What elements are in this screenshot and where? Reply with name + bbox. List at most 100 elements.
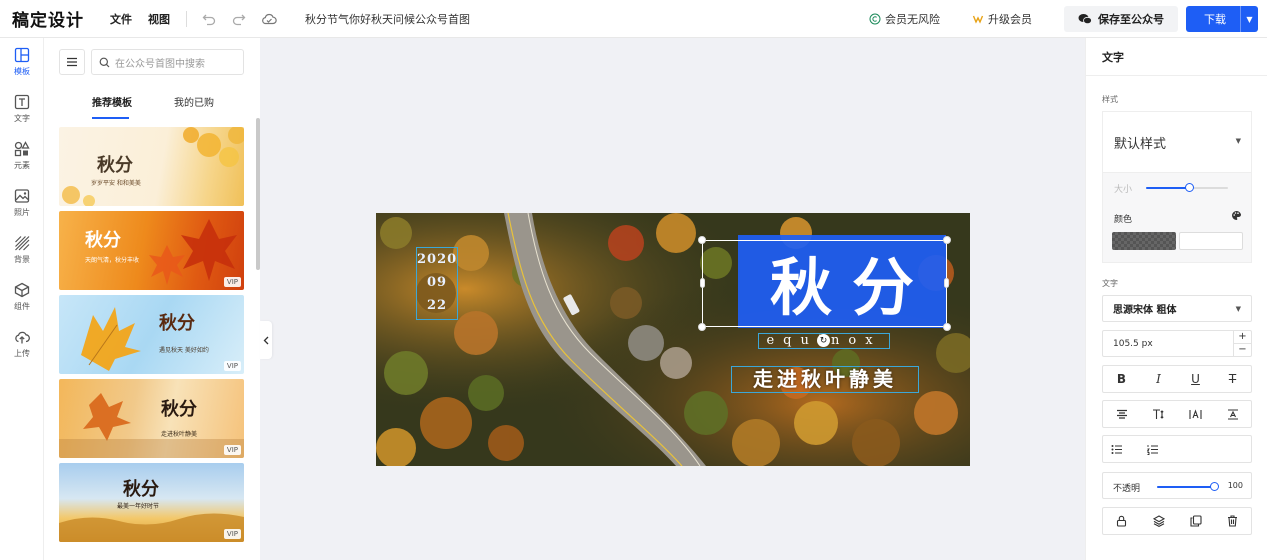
color-swatch-transparent[interactable] — [1112, 232, 1176, 250]
thumbnail-subtitle: 天朗气清，秋分丰收 — [85, 257, 140, 264]
resize-handle[interactable] — [698, 323, 706, 331]
download-button[interactable]: 下载 ▼ — [1186, 6, 1258, 32]
template-search-input[interactable]: 在公众号首图中搜索 — [91, 49, 244, 75]
category-menu-button[interactable] — [59, 49, 85, 75]
rail-label: 上传 — [14, 348, 30, 358]
menu-lines-icon — [67, 57, 77, 67]
template-thumbnail[interactable]: 秋分 最美一年好时节 VIP — [59, 463, 244, 542]
document-title[interactable]: 秋分节气你好秋天问候公众号首图 — [305, 11, 470, 27]
numbered-list-icon[interactable] — [1144, 440, 1162, 458]
selection-frame[interactable] — [702, 240, 947, 327]
redo-icon[interactable] — [231, 11, 247, 27]
size-slider[interactable] — [1146, 183, 1228, 192]
align-center-icon[interactable] — [1113, 405, 1131, 423]
date-text-box[interactable]: 2020 09 22 — [416, 247, 458, 320]
cloud-sync-icon[interactable] — [261, 11, 277, 27]
toolbar-divider — [186, 10, 187, 27]
style-section-label: 样式 — [1102, 95, 1118, 104]
color-label: 颜色 — [1114, 215, 1133, 225]
save-to-wechat-label: 保存至公众号 — [1098, 13, 1164, 26]
layers-icon[interactable] — [1150, 512, 1168, 530]
color-swatch-white[interactable] — [1179, 232, 1243, 250]
tab-recommended[interactable]: 推荐模板 — [92, 94, 132, 109]
vertical-align-icon[interactable] — [1224, 405, 1242, 423]
menu-view[interactable]: 视图 — [148, 11, 170, 27]
object-actions-toolbar — [1102, 507, 1252, 535]
resize-handle[interactable] — [700, 278, 705, 288]
rail-item-upload[interactable]: 上传 — [0, 320, 44, 367]
undo-icon[interactable] — [201, 11, 217, 27]
leaf-decoration — [81, 307, 141, 371]
style-select[interactable]: 默认样式 ▼ — [1103, 112, 1251, 173]
template-thumbnail[interactable]: 秋分 岁岁平安 和和美美 — [59, 127, 244, 206]
rail-item-photo[interactable]: 照片 — [0, 179, 44, 226]
rail-item-elements[interactable]: 元素 — [0, 132, 44, 179]
resize-handle[interactable] — [943, 236, 951, 244]
rotate-handle-icon[interactable]: ↻ — [817, 334, 830, 347]
template-thumbnail[interactable]: 秋分 天朗气清，秋分丰收 VIP — [59, 211, 244, 290]
resize-handle[interactable] — [943, 323, 951, 331]
wechat-icon — [1078, 14, 1092, 25]
duplicate-icon[interactable] — [1187, 512, 1205, 530]
upload-icon — [15, 331, 30, 343]
font-family-select[interactable]: 思源宋体 粗体 ▼ — [1102, 295, 1252, 322]
lock-icon[interactable] — [1113, 512, 1131, 530]
copyright-circle-icon — [869, 13, 881, 25]
upgrade-member-link[interactable]: 升级会员 — [972, 11, 1032, 27]
vip-badge: VIP — [223, 529, 241, 539]
style-select-value: 默认样式 — [1114, 136, 1167, 152]
template-panel: 在公众号首图中搜索 推荐模板 我的已购 秋分 岁岁平安 和和美美 秋分 天朗气清… — [44, 38, 260, 560]
property-panel: 文字 样式 默认样式 ▼ 大小 颜色 文字 思源宋体 粗体 ▼ 105.5 px… — [1085, 38, 1267, 560]
size-slider-handle[interactable] — [1185, 183, 1195, 192]
opacity-slider-handle[interactable] — [1210, 482, 1219, 491]
rail-item-component[interactable]: 组件 — [0, 273, 44, 320]
thumbnail-subtitle: 岁岁平安 和和美美 — [91, 180, 141, 187]
rail-label: 文字 — [14, 113, 30, 123]
left-rail: 模板 文字 元素 照片 背景 组件 上传 — [0, 38, 44, 560]
underline-icon[interactable]: U — [1187, 370, 1205, 388]
dropdown-arrow-icon: ▼ — [1235, 137, 1241, 145]
line-height-icon[interactable] — [1150, 405, 1168, 423]
template-thumbnail[interactable]: 秋分 走进秋叶静美 VIP — [59, 379, 244, 458]
size-slider-fill — [1146, 187, 1190, 189]
decrease-icon[interactable]: − — [1234, 343, 1251, 355]
resize-handle[interactable] — [944, 278, 949, 288]
text-icon — [14, 94, 30, 109]
strikethrough-icon[interactable]: T — [1224, 370, 1242, 388]
letter-spacing-icon[interactable] — [1187, 405, 1205, 423]
palette-icon[interactable] — [1231, 210, 1242, 224]
save-to-wechat-button[interactable]: 保存至公众号 — [1064, 6, 1178, 32]
template-thumbnail[interactable]: 秋分 遇见秋天 美好如约 VIP — [59, 295, 244, 374]
template-icon — [14, 47, 30, 62]
app-logo[interactable]: 稿定设计 — [12, 6, 84, 31]
size-label: 大小 — [1114, 185, 1133, 195]
download-dropdown-icon[interactable]: ▼ — [1240, 6, 1258, 32]
rail-item-text[interactable]: 文字 — [0, 85, 44, 132]
collapse-panel-button[interactable] — [260, 321, 272, 359]
font-size-input[interactable]: 105.5 px + − — [1102, 330, 1252, 357]
subtitle-text-box[interactable]: 走进秋叶静美 — [731, 366, 919, 393]
design-canvas[interactable]: 2020 09 22 秋分 equinox ↻ 走进秋叶静美 — [376, 213, 970, 466]
delete-icon[interactable] — [1224, 512, 1242, 530]
italic-icon[interactable]: I — [1150, 370, 1168, 388]
member-risk-link[interactable]: 会员无风险 — [869, 11, 940, 27]
elements-icon — [14, 140, 30, 156]
tab-purchased[interactable]: 我的已购 — [174, 94, 214, 109]
date-year: 2020 — [417, 252, 458, 267]
menu-file[interactable]: 文件 — [110, 11, 132, 27]
member-risk-label: 会员无风险 — [885, 13, 940, 26]
rail-item-template[interactable]: 模板 — [0, 38, 44, 85]
resize-handle[interactable] — [698, 236, 706, 244]
panel-scrollbar[interactable] — [256, 118, 260, 270]
text-section-label: 文字 — [1102, 279, 1118, 288]
rail-item-background[interactable]: 背景 — [0, 226, 44, 273]
panel-tabs: 推荐模板 我的已购 — [44, 94, 260, 120]
text-layout-toolbar — [1102, 400, 1252, 428]
opacity-slider[interactable] — [1157, 482, 1219, 491]
bold-icon[interactable]: B — [1113, 370, 1131, 388]
increase-icon[interactable]: + — [1234, 331, 1251, 343]
bullet-list-icon[interactable] — [1108, 440, 1126, 458]
rail-label: 组件 — [14, 301, 30, 311]
ginkgo-decoration — [62, 127, 244, 206]
thumbnail-title: 秋分 — [159, 313, 195, 334]
